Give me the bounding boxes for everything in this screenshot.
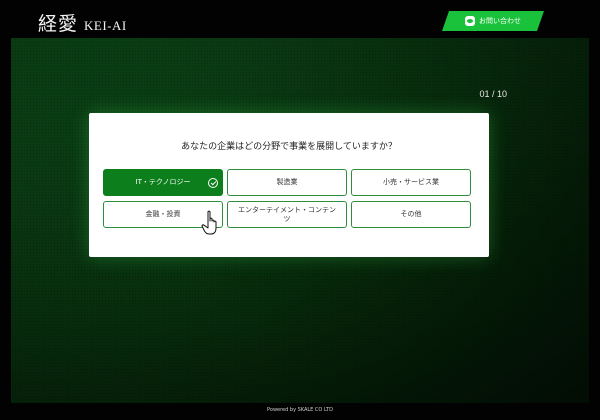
option-manufacturing[interactable]: 製造業 [227,169,347,196]
option-entertainment-content[interactable]: エンターテイメント・コンテンツ [227,201,347,228]
contact-button[interactable]: お問い合わせ [442,11,544,31]
option-label: エンターテイメント・コンテンツ [238,206,336,223]
footer-credit: Powered by SKALE CO LTD [267,407,333,413]
option-retail-service[interactable]: 小売・サービス業 [351,169,471,196]
option-it-technology[interactable]: IT・テクノロジー [103,169,223,196]
option-label: その他 [400,210,422,219]
option-label: 金融・投資 [145,210,181,219]
question-card: あなたの企業はどの分野で事業を展開していますか？ IT・テクノロジー 製造業 小… [89,113,489,257]
question-counter: 01 / 10 [479,89,507,99]
header: 経愛 KEI-AI お問い合わせ [0,0,600,40]
logo-roman: KEI-AI [84,18,127,33]
line-chat-icon [465,16,475,26]
option-label: 小売・サービス業 [383,178,439,187]
check-icon [208,178,218,188]
option-other[interactable]: その他 [351,201,471,228]
pointer-hand-icon [201,210,217,235]
option-label: 製造業 [276,178,298,187]
logo[interactable]: 経愛 KEI-AI [38,9,127,36]
logo-kanji: 経愛 [38,13,79,35]
option-label: IT・テクノロジー [135,178,191,187]
question-text: あなたの企業はどの分野で事業を展開していますか？ [181,142,397,152]
contact-button-label: お問い合わせ [479,17,521,25]
